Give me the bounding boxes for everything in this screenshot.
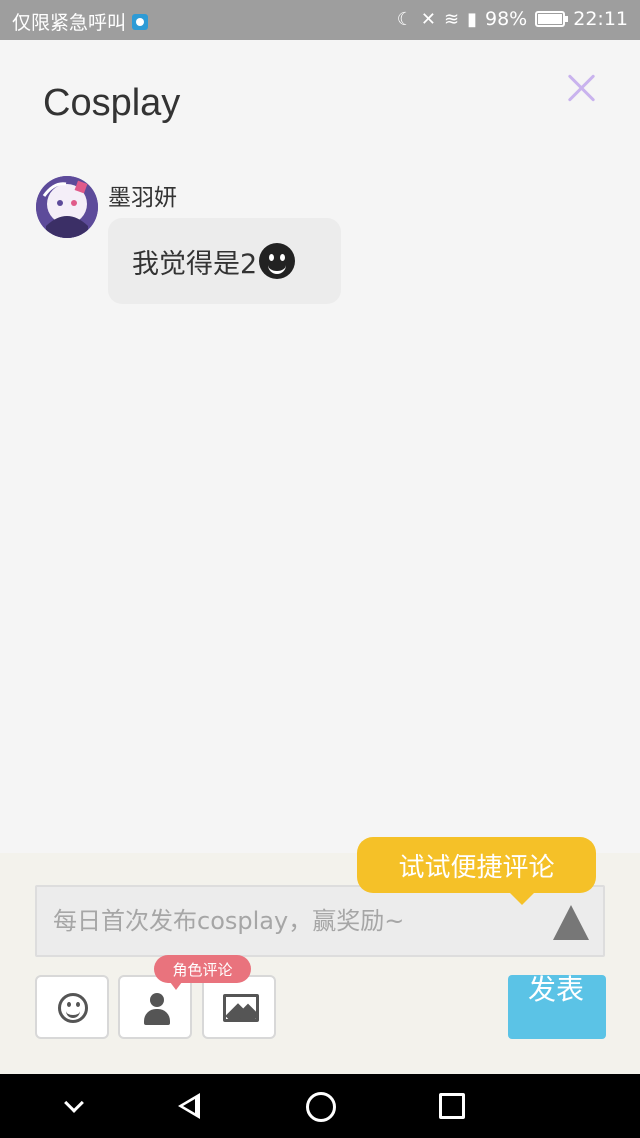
page-title: Cosplay — [43, 82, 181, 124]
app-notification-icon — [132, 13, 149, 30]
status-right: ☾ ✕ ≋ ▮ 98% 22:11 — [397, 8, 628, 30]
status-left: 仅限紧急呼叫 — [12, 8, 149, 35]
emoji-icon — [58, 993, 88, 1023]
wifi-icon: ≋ — [444, 8, 460, 30]
system-nav-bar — [0, 1074, 640, 1138]
carrier-text: 仅限紧急呼叫 — [12, 12, 127, 34]
recent-apps-icon[interactable] — [430, 1088, 470, 1124]
comment-bubble[interactable]: 我觉得是2 — [108, 218, 341, 304]
status-bar: 仅限紧急呼叫 ☾ ✕ ≋ ▮ 98% 22:11 — [0, 0, 640, 40]
role-comment-badge[interactable]: 角色评论 — [154, 955, 251, 990]
expand-up-icon[interactable] — [553, 905, 589, 940]
battery-fill — [538, 14, 562, 24]
mute-icon: ✕ — [420, 8, 436, 30]
comment-input[interactable] — [53, 907, 533, 935]
signal-icon: ▮ — [467, 8, 477, 30]
person-icon — [144, 993, 170, 1025]
home-icon[interactable] — [300, 1088, 340, 1124]
avatar[interactable] — [36, 176, 98, 238]
image-icon — [223, 994, 259, 1022]
publish-button[interactable]: 发表 — [508, 975, 606, 1039]
chevron-down-icon[interactable] — [55, 1088, 95, 1124]
moon-icon: ☾ — [396, 8, 413, 30]
battery-percent: 98% — [485, 8, 528, 30]
back-icon[interactable] — [170, 1088, 210, 1124]
emoji-button[interactable] — [35, 975, 109, 1039]
clock: 22:11 — [573, 8, 628, 30]
comment-text: 我觉得是2 — [132, 248, 258, 280]
commenter-name[interactable]: 墨羽妍 — [108, 178, 177, 212]
battery-icon — [535, 11, 569, 27]
quick-comment-tooltip[interactable]: 试试便捷评论 — [357, 837, 596, 905]
close-icon[interactable] — [566, 72, 598, 104]
image-button[interactable] — [202, 975, 276, 1039]
smiley-emoji-icon — [259, 243, 296, 279]
